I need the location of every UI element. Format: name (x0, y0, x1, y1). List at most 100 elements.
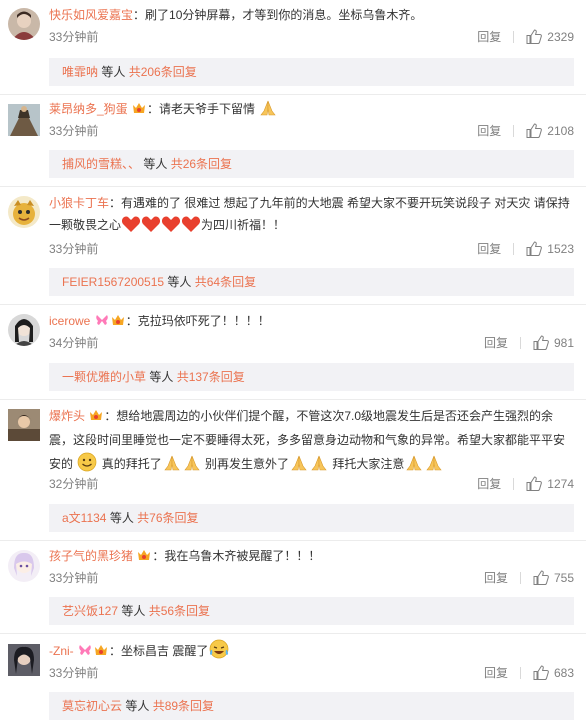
comment-divider (0, 304, 586, 305)
timestamp: 33分钟前 (49, 571, 99, 585)
like-button[interactable]: 2329 (526, 29, 574, 44)
reply-summary: 一颗优雅的小草 等人 共137条回复 (49, 363, 574, 391)
like-button[interactable]: 1523 (526, 241, 574, 256)
comment-meta: 33分钟前 回复 755 (49, 569, 574, 587)
reply-user-link[interactable]: a文1134 (62, 511, 106, 525)
comment-text: 快乐如风爱嘉宝：刷了10分钟屏幕，才等到你的消息。坐标乌鲁木齐。 (49, 4, 574, 26)
like-button[interactable]: 1274 (526, 476, 574, 491)
username-link[interactable]: 小狼卡丁车 (49, 196, 109, 210)
reply-button[interactable]: 回复 (477, 28, 501, 45)
reply-button[interactable]: 回复 (477, 240, 501, 257)
praying-hands-emoji (291, 455, 307, 471)
avatar[interactable] (8, 104, 40, 136)
comment-text: 莱昂纳多_狗蛋 ：请老天爷手下留情 (49, 98, 574, 120)
view-replies-link[interactable]: 共26条回复 (171, 157, 232, 171)
reply-summary: a文1134 等人 共76条回复 (49, 504, 574, 532)
action-divider (513, 242, 515, 255)
smiley-emoji (78, 452, 97, 472)
reply-user-link[interactable]: 一颗优雅的小草 (62, 370, 146, 384)
comment-body: ：刷了10分钟屏幕，才等到你的消息。坐标乌鲁木齐。 (133, 8, 423, 22)
comment-body: ：克拉玛依吓死了！！！！ (125, 314, 270, 328)
heart-emoji (161, 216, 181, 232)
heart-emoji (141, 216, 161, 232)
reply-user-link[interactable]: FEIER1567200515 (62, 275, 164, 289)
praying-hands-emoji (406, 455, 422, 471)
reply-mid-text: 等人 (98, 65, 129, 79)
butterfly-badge-icon (79, 645, 91, 655)
comment-text: 爆炸头 ：想给地震周边的小伙伴们提个醒，不管这次7.0级地震发生后是否还会产生强… (49, 404, 574, 476)
thumb-up-icon (533, 665, 549, 680)
reply-button[interactable]: 回复 (477, 122, 501, 139)
like-button[interactable]: 2108 (526, 123, 574, 138)
heart-emoji (121, 216, 141, 232)
avatar[interactable] (8, 409, 40, 441)
reply-mid-text: 等人 (118, 604, 149, 618)
reply-button[interactable]: 回复 (484, 334, 508, 351)
reply-summary: 艺兴饭127 等人 共56条回复 (49, 597, 574, 625)
reply-user-link[interactable]: 唯霏呐 (62, 65, 98, 79)
avatar[interactable] (8, 314, 40, 346)
like-button[interactable]: 755 (533, 570, 574, 585)
comment-meta: 33分钟前 回复 2108 (49, 122, 574, 140)
comment-actions: 回复 2108 (477, 122, 574, 139)
vip-badge-icon (138, 550, 151, 560)
username-link[interactable]: 莱昂纳多_狗蛋 (49, 102, 128, 116)
like-button[interactable]: 683 (533, 665, 574, 680)
avatar[interactable] (8, 550, 40, 582)
view-replies-link[interactable]: 共56条回复 (149, 604, 210, 618)
comment-meta: 33分钟前 回复 683 (49, 664, 574, 682)
comment-actions: 回复 683 (484, 664, 574, 681)
comment-body: ：我在乌鲁木齐被晃醒了！！！ (152, 549, 321, 563)
username-link[interactable]: -Zni- (49, 644, 74, 658)
action-divider (513, 477, 515, 490)
like-count: 1274 (547, 476, 574, 491)
comment-body-part: 真的拜托了 (98, 457, 162, 471)
vip-badge-icon (133, 103, 146, 113)
reply-mid-text: 等人 (140, 157, 171, 171)
comment-body: ：坐标昌吉 震醒了 (109, 644, 209, 658)
reply-user-link[interactable]: 艺兴饭127 (62, 604, 118, 618)
timestamp: 32分钟前 (49, 477, 99, 491)
view-replies-link[interactable]: 共206条回复 (129, 65, 197, 79)
comment-text: 小狼卡丁车：有遇难的了 很难过 想起了九年前的大地震 希望大家不要开玩笑说段子 … (49, 192, 574, 236)
comment-divider (0, 633, 586, 634)
view-replies-link[interactable]: 共137条回复 (177, 370, 245, 384)
comment-text: -Zni- ：坐标昌吉 震醒了 (49, 639, 574, 662)
comment-meta: 32分钟前 回复 1274 (49, 475, 574, 493)
avatar[interactable] (8, 196, 40, 228)
like-count: 2329 (547, 29, 574, 44)
comment-actions: 回复 981 (484, 334, 574, 351)
reply-mid-text: 等人 (164, 275, 195, 289)
reply-button[interactable]: 回复 (484, 664, 508, 681)
comment-meta: 33分钟前 回复 2329 (49, 28, 574, 46)
view-replies-link[interactable]: 共76条回复 (137, 511, 198, 525)
view-replies-link[interactable]: 共89条回复 (153, 699, 214, 713)
avatar[interactable] (8, 644, 40, 676)
thumb-up-icon (526, 241, 543, 256)
reply-button[interactable]: 回复 (477, 475, 501, 492)
vip-badge-icon (90, 410, 103, 420)
laughing-tears-emoji (210, 639, 229, 659)
like-button[interactable]: 981 (533, 335, 574, 350)
thumb-up-icon (533, 335, 549, 350)
view-replies-link[interactable]: 共64条回复 (195, 275, 256, 289)
username-link[interactable]: icerowe (49, 314, 90, 328)
reply-button[interactable]: 回复 (484, 569, 508, 586)
comment-actions: 回复 2329 (477, 28, 574, 45)
thumb-up-icon (526, 476, 543, 491)
username-link[interactable]: 快乐如风爱嘉宝 (49, 8, 133, 22)
timestamp: 33分钟前 (49, 242, 99, 256)
vip-badge-icon (111, 315, 124, 325)
reply-mid-text: 等人 (106, 511, 138, 525)
reply-user-link[interactable]: 捕风的雪糕、、 (62, 157, 140, 171)
reply-user-link[interactable]: 莫忘初心云 (62, 699, 122, 713)
comment-body: ：请老天爷手下留情 (147, 102, 256, 116)
praying-hands-emoji (260, 100, 276, 116)
avatar[interactable] (8, 8, 40, 40)
comment-meta: 33分钟前 回复 1523 (49, 240, 574, 258)
comment-divider (0, 94, 586, 95)
action-divider (513, 124, 515, 137)
vip-badge-icon (95, 645, 108, 655)
username-link[interactable]: 孩子气的黑珍猪 (49, 549, 133, 563)
username-link[interactable]: 爆炸头 (49, 409, 85, 423)
